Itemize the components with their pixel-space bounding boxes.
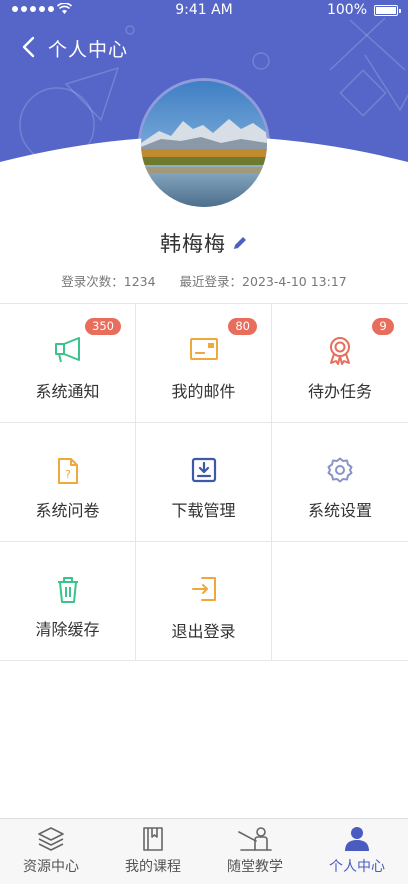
page-title: 个人中心 xyxy=(48,39,129,61)
person-icon xyxy=(345,827,369,851)
back-button[interactable] xyxy=(18,34,42,60)
tab-resource-center[interactable]: 资源中心 xyxy=(0,819,102,884)
menu-label: 下载管理 xyxy=(171,501,236,520)
status-bar: 9:41 AM 100% xyxy=(0,0,408,22)
menu-my-mail[interactable]: 80 我的邮件 xyxy=(136,304,272,423)
svg-text:?: ? xyxy=(65,468,71,481)
battery-percentage: 100% xyxy=(326,2,367,18)
login-count: 登录次数：1234 xyxy=(61,274,156,289)
gear-icon xyxy=(327,457,353,483)
menu-pending-tasks[interactable]: 9 待办任务 xyxy=(272,304,408,423)
pencil-edit-icon[interactable] xyxy=(232,235,248,251)
menu-logout[interactable]: 退出登录 xyxy=(136,542,272,661)
avatar[interactable] xyxy=(141,81,267,207)
last-login: 最近登录：2023-4-10 13:17 xyxy=(179,274,347,289)
chevron-left-icon xyxy=(22,36,35,58)
menu-label: 系统通知 xyxy=(35,382,100,401)
award-ribbon-icon xyxy=(330,337,350,365)
user-name: 韩梅梅 xyxy=(160,232,226,256)
tab-classroom-teaching[interactable]: 随堂教学 xyxy=(204,819,306,884)
bottom-tab-bar: 资源中心 我的课程 随堂教学 个人中心 xyxy=(0,818,408,884)
tab-label: 随堂教学 xyxy=(227,859,283,875)
notification-badge: 350 xyxy=(85,318,121,335)
menu-system-settings[interactable]: 系统设置 xyxy=(272,423,408,542)
mail-badge: 80 xyxy=(228,318,257,335)
book-icon xyxy=(143,827,163,851)
login-info: 登录次数：1234 最近登录：2023-4-10 13:17 xyxy=(0,271,408,290)
layers-icon xyxy=(38,827,64,851)
download-icon xyxy=(191,457,216,483)
battery-icon xyxy=(374,5,401,16)
tab-label: 资源中心 xyxy=(23,859,79,875)
teacher-icon xyxy=(238,827,272,851)
tab-label: 我的课程 xyxy=(125,859,181,875)
logout-icon xyxy=(191,577,216,601)
tab-my-courses[interactable]: 我的课程 xyxy=(102,819,204,884)
menu-label: 待办任务 xyxy=(307,382,372,401)
user-name-row: 韩梅梅 xyxy=(0,228,408,258)
trash-icon xyxy=(57,577,78,603)
menu-label: 我的邮件 xyxy=(171,382,236,401)
menu-clear-cache[interactable]: 清除缓存 xyxy=(0,542,136,661)
task-badge: 9 xyxy=(372,318,394,335)
megaphone-icon xyxy=(54,337,80,363)
menu-label: 系统设置 xyxy=(307,501,372,520)
tab-personal-center[interactable]: 个人中心 xyxy=(306,819,408,884)
menu-label: 系统问卷 xyxy=(35,501,100,520)
function-grid: 350 系统通知 80 我的邮件 9 待办任务 ? 系统问卷 下载管理 系统设置… xyxy=(0,303,408,661)
empty-cell xyxy=(272,542,408,661)
menu-label: 退出登录 xyxy=(171,622,236,641)
tab-label: 个人中心 xyxy=(329,859,385,875)
menu-label: 清除缓存 xyxy=(35,620,100,639)
question-doc-icon: ? xyxy=(57,458,78,484)
avatar-landscape-image xyxy=(141,81,267,207)
menu-system-notification[interactable]: 350 系统通知 xyxy=(0,304,136,423)
mail-card-icon xyxy=(189,338,218,360)
menu-system-survey[interactable]: ? 系统问卷 xyxy=(0,423,136,542)
menu-download-management[interactable]: 下载管理 xyxy=(136,423,272,542)
